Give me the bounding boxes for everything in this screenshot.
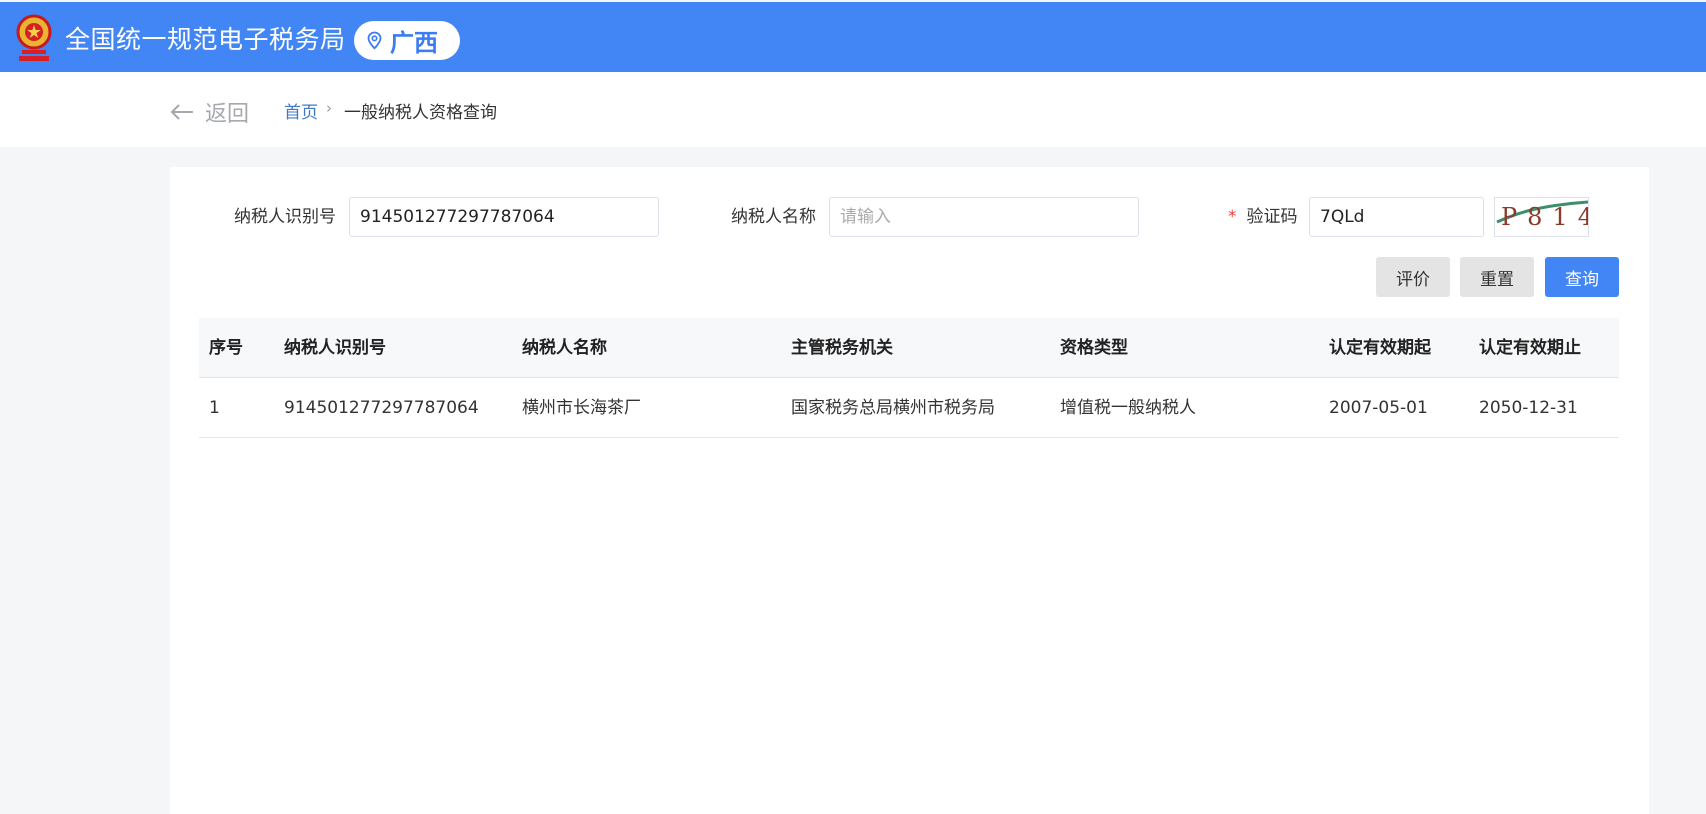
captcha-text: P814 (1501, 203, 1589, 231)
cell-taxpayer-id: 914501277297787064 (284, 398, 479, 418)
back-button[interactable]: 返回 (169, 96, 249, 128)
reset-button[interactable]: 重置 (1460, 257, 1534, 297)
cell-valid-from: 2007-05-01 (1329, 398, 1428, 418)
region-selector[interactable]: 广西 (354, 21, 460, 60)
header-taxpayer-id: 纳税人识别号 (284, 338, 386, 358)
captcha-graphic: P814 (1496, 200, 1589, 231)
header-index: 序号 (209, 338, 243, 358)
header-valid-to: 认定有效期止 (1479, 338, 1581, 358)
header-valid-from: 认定有效期起 (1329, 338, 1431, 358)
header-taxpayer-name: 纳税人名称 (522, 338, 607, 358)
header-tax-authority: 主管税务机关 (791, 338, 893, 358)
arrow-left-icon (170, 104, 193, 120)
taxpayer-name-input[interactable] (829, 197, 1139, 237)
table-header: 序号 纳税人识别号 纳税人名称 主管税务机关 资格类型 认定有效期起 认定有效期… (199, 318, 1619, 378)
captcha-label: * 验证码 (1228, 205, 1298, 229)
cell-qualification-type: 增值税一般纳税人 (1060, 398, 1196, 418)
location-pin-icon (367, 31, 382, 50)
captcha-input[interactable] (1309, 197, 1484, 237)
navigation-bar: 返回 首页 › 一般纳税人资格查询 (0, 72, 1706, 147)
cell-valid-to: 2050-12-31 (1479, 398, 1578, 418)
taxpayer-name-label: 纳税人名称 (731, 207, 816, 227)
top-header-bar: 全国统一规范电子税务局 广西 (0, 2, 1706, 72)
required-marker: * (1228, 207, 1237, 227)
captcha-label-text: 验证码 (1246, 207, 1298, 227)
cell-tax-authority: 国家税务总局横州市税务局 (791, 398, 995, 418)
cell-taxpayer-name: 横州市长海茶厂 (522, 398, 641, 418)
national-emblem-icon (16, 14, 52, 61)
back-label: 返回 (205, 102, 250, 127)
evaluate-button[interactable]: 评价 (1376, 257, 1450, 297)
taxpayer-id-input[interactable] (349, 197, 659, 237)
breadcrumb-separator: › (326, 99, 332, 117)
region-label: 广西 (390, 29, 438, 57)
breadcrumb-home-link[interactable]: 首页 (284, 98, 318, 123)
results-table: 序号 纳税人识别号 纳税人名称 主管税务机关 资格类型 认定有效期起 认定有效期… (199, 318, 1619, 438)
breadcrumb-current-page: 一般纳税人资格查询 (344, 103, 497, 123)
captcha-image[interactable]: P814 (1494, 197, 1589, 237)
table-row: 1 914501277297787064 横州市长海茶厂 国家税务总局横州市税务… (199, 378, 1619, 438)
query-button[interactable]: 查询 (1545, 257, 1619, 297)
site-title: 全国统一规范电子税务局 (65, 25, 346, 54)
taxpayer-id-label: 纳税人识别号 (234, 207, 336, 227)
cell-index: 1 (209, 398, 220, 418)
header-qualification-type: 资格类型 (1060, 338, 1128, 358)
query-panel: 纳税人识别号 纳税人名称 * 验证码 P814 评价 重置 查询 序号 纳税人识别… (170, 167, 1649, 814)
